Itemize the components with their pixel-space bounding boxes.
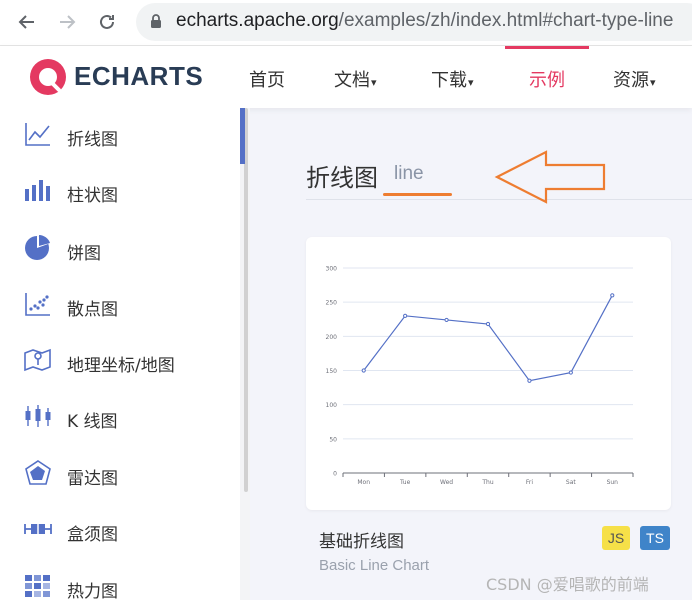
sidebar-item-label: 饼图 (67, 244, 101, 264)
x-tick-label: Tue (399, 479, 411, 486)
x-tick-label: Fri (526, 479, 533, 486)
heatmap-icon (25, 575, 50, 597)
annotation-arrow-icon (494, 150, 606, 204)
line-chart-icon (25, 123, 50, 146)
bar-chart-icon (25, 180, 50, 201)
series-line (363, 295, 613, 382)
sidebar-item-boxplot[interactable]: 盒须图 (0, 509, 240, 549)
data-point (527, 378, 532, 383)
data-point (485, 321, 491, 327)
sidebar-item-candlestick[interactable]: K 线图 (0, 396, 240, 436)
sidebar-item-label: 折线图 (67, 130, 118, 150)
data-point (361, 368, 366, 373)
sidebar-item-label: 地理坐标/地图 (67, 356, 175, 376)
page-title-en: line (394, 163, 424, 184)
forward-icon[interactable] (56, 11, 78, 33)
page-title: 折线图 (306, 164, 378, 192)
y-tick-label: 300 (326, 266, 338, 273)
card-subtitle: Basic Line Chart (319, 557, 430, 574)
menu-resources[interactable]: 资源▾ (613, 66, 656, 92)
caret-down-icon: ▾ (650, 76, 656, 89)
line-chart: 0 50 100 150 200 250 300 Mon Tue Wed Thu Fri Sat Sun (326, 266, 634, 486)
x-tick-label: Sat (566, 479, 576, 486)
y-tick-label: 100 (326, 402, 338, 409)
x-tick-label: Mon (357, 479, 370, 486)
pie-chart-icon (25, 235, 50, 260)
reload-icon[interactable] (96, 11, 118, 33)
sidebar-item-radar[interactable]: 雷达图 (0, 453, 240, 493)
echarts-logo-icon[interactable] (28, 57, 68, 97)
candlestick-icon (25, 405, 51, 427)
x-tick-label: Thu (481, 479, 493, 486)
js-badge[interactable]: JS (602, 526, 630, 550)
map-icon (24, 348, 51, 372)
menu-resources-label: 资源 (613, 70, 649, 91)
menu-home-label: 首页 (249, 70, 285, 91)
scatter-chart-icon (25, 293, 50, 316)
sidebar-item-label: K 线图 (67, 412, 118, 432)
y-tick-label: 0 (333, 471, 337, 478)
boxplot-icon (24, 524, 52, 534)
sidebar-item-scatter[interactable]: 散点图 (0, 284, 240, 324)
annotation-underline (383, 193, 452, 196)
ts-badge[interactable]: TS (640, 526, 670, 550)
x-tick-label: Sun (607, 479, 619, 486)
sidebar-item-pie[interactable]: 饼图 (0, 228, 240, 268)
sidebar-item-line[interactable]: 折线图 (0, 114, 240, 154)
logo-text: ECHARTS (74, 61, 204, 91)
data-point (403, 313, 408, 318)
sidebar-item-map[interactable]: 地理坐标/地图 (0, 340, 240, 380)
address-bar[interactable]: echarts.apache.org/examples/zh/index.htm… (136, 3, 692, 41)
site-header: ECHARTS 首页 文档▾ 下载▾ 示例 资源▾ (0, 46, 692, 108)
y-tick-label: 250 (326, 300, 338, 307)
watermark: CSDN @爱唱歌的前端 (486, 575, 649, 594)
example-card-basic-line[interactable]: 0 50 100 150 200 250 300 Mon Tue Wed Thu Fri Sat Sun (306, 237, 671, 510)
sidebar-item-label: 散点图 (67, 300, 118, 320)
sidebar-item-label: 热力图 (67, 582, 118, 600)
y-tick-label: 50 (329, 436, 337, 443)
data-point (444, 317, 449, 323)
data-point (568, 370, 573, 375)
active-item-indicator (240, 108, 245, 164)
sidebar: 折线图 柱状图 饼图 散点图 地理坐标/地图 K 线图 雷达图 盒须图 热力图 (0, 108, 250, 600)
menu-docs[interactable]: 文档▾ (334, 66, 377, 92)
radar-icon (25, 460, 51, 485)
card-title[interactable]: 基础折线图 (319, 527, 404, 552)
sidebar-item-bar[interactable]: 柱状图 (0, 170, 240, 210)
menu-examples[interactable]: 示例 (529, 66, 565, 92)
url-text: echarts.apache.org/examples/zh/index.htm… (176, 10, 674, 31)
sidebar-item-heatmap[interactable]: 热力图 (0, 566, 240, 600)
active-menu-indicator (505, 46, 589, 49)
menu-examples-label: 示例 (529, 70, 565, 91)
x-tick-label: Wed (440, 479, 453, 486)
sidebar-item-label: 雷达图 (67, 469, 118, 489)
browser-toolbar: echarts.apache.org/examples/zh/index.htm… (0, 0, 692, 46)
caret-down-icon: ▾ (371, 76, 377, 89)
lock-icon (150, 14, 162, 33)
y-tick-label: 150 (326, 368, 338, 375)
y-tick-label: 200 (326, 334, 338, 341)
sidebar-item-label: 盒须图 (67, 525, 118, 545)
caret-down-icon: ▾ (468, 76, 474, 89)
menu-download[interactable]: 下载▾ (431, 66, 474, 92)
sidebar-item-label: 柱状图 (67, 186, 118, 206)
menu-docs-label: 文档 (334, 70, 370, 91)
back-icon[interactable] (16, 11, 38, 33)
menu-download-label: 下载 (431, 70, 467, 91)
data-point (610, 293, 615, 298)
menu-home[interactable]: 首页 (249, 66, 285, 92)
sidebar-scrollbar-thumb[interactable] (244, 108, 248, 492)
